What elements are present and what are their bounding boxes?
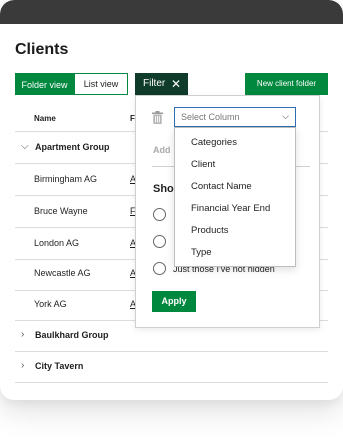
filter-button-label: Filter — [143, 78, 166, 89]
column-select-value: Select Column — [181, 112, 240, 122]
group-row-city-tavern[interactable]: › City Tavern — [15, 352, 328, 383]
apply-button[interactable]: Apply — [152, 291, 196, 312]
row-divider — [15, 382, 328, 383]
trash-icon[interactable] — [152, 111, 163, 124]
dropdown-option-type[interactable]: Type — [191, 247, 212, 258]
group-label: Apartment Group — [35, 142, 110, 152]
close-icon[interactable]: ✕ — [171, 73, 181, 95]
filter-button[interactable]: Filter ✕ — [135, 73, 188, 95]
column-header-name[interactable]: Name — [34, 114, 56, 123]
client-name: Bruce Wayne — [34, 206, 88, 216]
dropdown-option-contact-name[interactable]: Contact Name — [191, 181, 252, 192]
dropdown-option-client[interactable]: Client — [191, 159, 215, 170]
show-option-radio-2[interactable] — [153, 235, 166, 248]
add-filter-link[interactable]: Add — [153, 145, 171, 155]
show-option-radio-1[interactable] — [153, 208, 166, 221]
chevron-down-icon: ⌵ — [282, 111, 289, 121]
show-heading: Sho — [153, 183, 174, 195]
new-client-folder-button[interactable]: New client folder — [245, 73, 328, 95]
column-dropdown-list: Categories Client Contact Name Financial… — [174, 127, 296, 267]
dropdown-option-financial-year-end[interactable]: Financial Year End — [191, 203, 270, 214]
folder-view-button[interactable]: Folder view — [15, 73, 74, 95]
window-top-bar — [0, 0, 343, 24]
client-name: London AG — [34, 238, 80, 248]
client-name: York AG — [34, 299, 67, 309]
list-view-button[interactable]: List view — [74, 73, 128, 95]
client-name: Birmingham AG — [34, 174, 98, 184]
page-title: Clients — [15, 41, 69, 58]
chevron-right-icon[interactable]: › — [21, 329, 24, 340]
show-option-radio-3[interactable] — [153, 262, 166, 275]
group-label: Baulkhard Group — [35, 330, 109, 340]
chevron-down-icon[interactable]: ⌵ — [21, 141, 29, 152]
dropdown-option-categories[interactable]: Categories — [191, 137, 237, 148]
client-name: Newcastle AG — [34, 268, 91, 278]
column-select[interactable]: Select Column ⌵ — [174, 107, 296, 127]
dropdown-option-products[interactable]: Products — [191, 225, 229, 236]
chevron-right-icon[interactable]: › — [21, 360, 24, 371]
group-label: City Tavern — [35, 361, 84, 371]
